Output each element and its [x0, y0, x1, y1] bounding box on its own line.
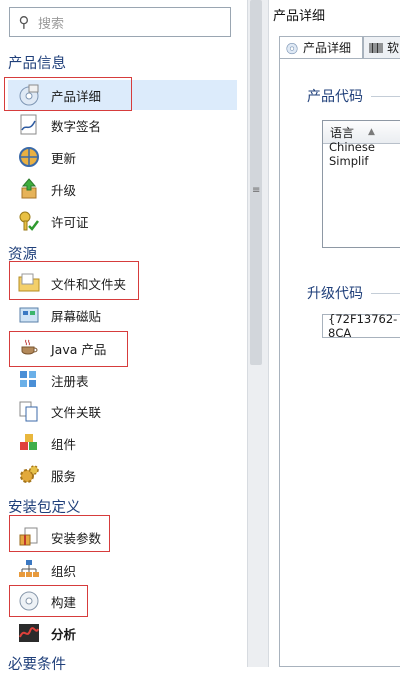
- sidebar-item-label: 许可证: [51, 214, 89, 230]
- sidebar-item-digital-signature[interactable]: 数字签名: [8, 110, 237, 140]
- sidebar-item-label: Java 产品: [51, 341, 107, 357]
- upgrade-code-field[interactable]: {72F13762-8CA: [322, 312, 400, 340]
- sidebar-scrollbar-thumb[interactable]: [250, 0, 262, 365]
- group-title-installer-definition: 安装包定义: [8, 500, 81, 516]
- group-title-product-info: 产品信息: [8, 56, 66, 72]
- sidebar-item-label: 注册表: [51, 373, 89, 389]
- search-placeholder: 搜索: [38, 16, 65, 32]
- section-title-upgrade-code: 升级代码: [307, 286, 363, 302]
- page-title: 产品详细: [273, 9, 326, 24]
- components-icon: [16, 431, 42, 455]
- divider: [371, 96, 400, 97]
- product-details-icon: [284, 41, 300, 55]
- sort-ascending-icon: ▲: [368, 127, 375, 137]
- sidebar-item-label: 安装参数: [51, 530, 102, 546]
- sidebar-item-analysis[interactable]: 分析: [8, 618, 237, 648]
- divider: [371, 293, 400, 294]
- sidebar-item-files-folders[interactable]: 文件和文件夹: [8, 268, 237, 298]
- group-title-resources: 资源: [8, 247, 37, 263]
- tab-label: 软: [387, 41, 400, 55]
- sidebar-item-product-details[interactable]: 产品详细: [8, 80, 237, 110]
- sidebar-item-file-association[interactable]: 文件关联: [8, 396, 237, 426]
- product-details-icon: [16, 83, 42, 107]
- language-table[interactable]: 语言 ▲ Chinese Simplif: [322, 120, 400, 248]
- sidebar-item-label: 分析: [51, 626, 77, 642]
- organization-icon: [16, 558, 42, 582]
- sidebar-item-label: 构建: [51, 594, 77, 610]
- sidebar-item-registry[interactable]: 注册表: [8, 365, 237, 395]
- sidebar-item-organization[interactable]: 组织: [8, 555, 237, 585]
- sidebar-item-label: 升级: [51, 182, 77, 198]
- sidebar-item-label: 服务: [51, 468, 77, 484]
- build-disc-icon: [16, 589, 42, 613]
- column-header-language[interactable]: 语言: [330, 124, 354, 141]
- upgrade-box-icon: [16, 177, 42, 201]
- license-key-icon: [16, 209, 42, 233]
- sidebar-item-label: 数字签名: [51, 118, 102, 134]
- screen-tiles-icon: [16, 303, 42, 327]
- table-row[interactable]: Chinese Simplif: [323, 140, 400, 168]
- folder-icon: [16, 271, 42, 295]
- sidebar-item-label: 组织: [51, 563, 77, 579]
- services-gear-icon: [16, 463, 42, 487]
- tab-bar: 产品详细 软: [279, 36, 400, 58]
- file-association-icon: [16, 399, 42, 423]
- tab-software[interactable]: 软: [363, 36, 400, 58]
- group-title-prerequisites: 必要条件: [8, 657, 66, 673]
- sidebar-item-screen-tiles[interactable]: 屏幕磁贴: [8, 300, 237, 330]
- sidebar-item-services[interactable]: 服务: [8, 460, 237, 490]
- tab-product-details[interactable]: 产品详细: [279, 36, 363, 58]
- sidebar-item-label: 文件关联: [51, 404, 102, 420]
- sidebar-item-components[interactable]: 组件: [8, 428, 237, 458]
- search-box[interactable]: ⚲ 搜索: [9, 7, 231, 37]
- install-parameters-icon: [16, 525, 42, 549]
- sidebar: ⚲ 搜索 产品信息 产品详细 数字签名 更新 升级 许可证 资源 文件和文件夹 …: [0, 0, 247, 673]
- splitter-grip-icon[interactable]: ≡: [252, 185, 260, 196]
- java-cup-icon: [16, 336, 42, 360]
- sidebar-item-label: 产品详细: [51, 88, 102, 104]
- table-cell: Chinese Simplif: [329, 140, 375, 168]
- registry-icon: [16, 368, 42, 392]
- upgrade-code-value: {72F13762-8CA: [328, 312, 398, 340]
- sidebar-item-install-parameters[interactable]: 安装参数: [8, 522, 237, 552]
- sidebar-item-label: 文件和文件夹: [51, 276, 127, 292]
- barcode-icon: [368, 42, 384, 54]
- sidebar-item-label: 组件: [51, 436, 77, 452]
- tab-label: 产品详细: [303, 41, 352, 55]
- digital-signature-icon: [16, 113, 42, 137]
- content-pane: 产品详细 产品详细 软 产品代码 语言 ▲ Chinese Simplif 升级…: [269, 0, 400, 667]
- sidebar-item-update[interactable]: 更新: [8, 142, 237, 172]
- sidebar-item-label: 屏幕磁贴: [51, 308, 102, 324]
- sidebar-item-java-product[interactable]: Java 产品: [8, 333, 237, 363]
- search-icon: ⚲: [18, 13, 30, 31]
- section-title-product-code: 产品代码: [307, 89, 363, 105]
- sidebar-item-label: 更新: [51, 150, 77, 166]
- update-globe-icon: [16, 145, 42, 169]
- sidebar-item-license[interactable]: 许可证: [8, 206, 237, 236]
- sidebar-item-build[interactable]: 构建: [8, 586, 237, 616]
- analysis-icon: [16, 621, 42, 645]
- sidebar-item-upgrade[interactable]: 升级: [8, 174, 237, 204]
